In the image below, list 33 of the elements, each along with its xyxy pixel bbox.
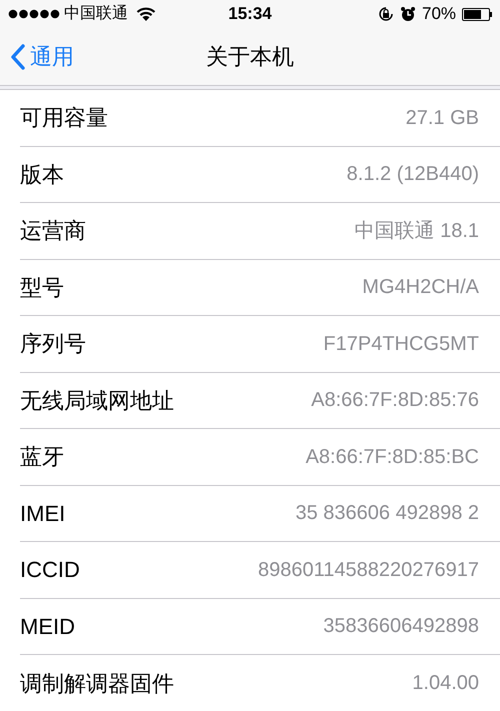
row-label: 序列号 — [20, 330, 86, 358]
row-value: 35 836606 492898 2 — [295, 501, 479, 526]
row-label: IMEI — [20, 500, 66, 528]
alarm-icon — [400, 6, 416, 22]
row-value: 1.04.00 — [412, 671, 479, 696]
row-value: 8.1.2 (12B440) — [346, 162, 479, 188]
row-value: A8:66:7F:8D:85:BC — [306, 444, 479, 470]
chevron-left-icon — [10, 44, 26, 70]
row-value: 27.1 GB — [406, 106, 479, 131]
row-value: 89860114588220276917 — [258, 558, 479, 583]
back-button[interactable]: 通用 — [0, 40, 74, 73]
clock-time: 15:34 — [228, 3, 272, 26]
signal-icon — [8, 9, 60, 19]
row-value: F17P4THCG5MT — [323, 332, 479, 357]
row-label: 版本 — [20, 160, 64, 189]
wifi-icon — [136, 6, 156, 22]
row-label: 无线局域网地址 — [20, 386, 174, 415]
row-label: 型号 — [20, 274, 64, 302]
row-value: A8:66:7F:8D:85:76 — [311, 388, 479, 414]
page-title: 关于本机 — [206, 43, 294, 71]
rotation-lock-icon — [378, 6, 394, 22]
row-value: MG4H2CH/A — [362, 275, 479, 300]
row-label: MEID — [20, 612, 75, 641]
row-label: 调制解调器固件 — [20, 670, 174, 698]
row-label: 蓝牙 — [20, 443, 64, 472]
row-label: 可用容量 — [20, 104, 108, 132]
row-label: 运营商 — [20, 217, 86, 246]
row-label: ICCID — [20, 556, 80, 584]
battery-percent: 70% — [422, 3, 456, 26]
battery-icon — [462, 8, 492, 20]
carrier-name: 中国联通 — [64, 4, 128, 24]
row-value: 35836606492898 — [323, 614, 479, 640]
row-value: 中国联通 18.1 — [354, 218, 479, 244]
